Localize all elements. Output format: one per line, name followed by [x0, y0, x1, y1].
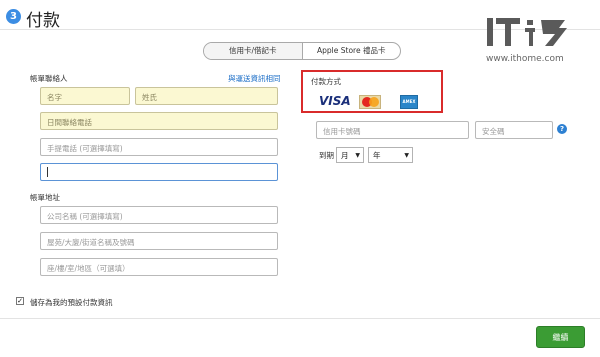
watermark-logo	[485, 14, 573, 58]
month-value: 月	[341, 151, 349, 160]
billing-address-label: 帳單地址	[30, 193, 60, 202]
save-default-checkbox[interactable]: ✓	[16, 297, 24, 305]
company-field[interactable]: 公司名稱 (可選擇填寫)	[40, 206, 278, 224]
email-field[interactable]	[40, 163, 278, 181]
street-field[interactable]: 屋苑/大廈/街道名稱及號碼	[40, 232, 278, 250]
card-number-field[interactable]: 信用卡號碼	[316, 121, 469, 139]
chevron-down-icon: ▼	[355, 152, 360, 159]
daytime-phone-field[interactable]: 日間聯絡電話	[40, 112, 278, 130]
mobile-phone-field[interactable]: 手提電話 (可選擇填寫)	[40, 138, 278, 156]
district-field[interactable]: 座/樓/室/地區（可選填）	[40, 258, 278, 276]
first-name-field[interactable]: 名字	[40, 87, 130, 105]
security-code-field[interactable]: 安全碼	[475, 121, 553, 139]
tab-gift-card[interactable]: Apple Store 禮品卡	[303, 43, 401, 59]
visa-icon[interactable]: VISA	[319, 94, 351, 108]
mastercard-icon[interactable]	[359, 95, 381, 109]
expiry-year-select[interactable]: 年 ▼	[368, 147, 413, 163]
step-number-icon: 3	[6, 9, 21, 24]
footer-divider	[0, 318, 600, 319]
billing-contact-label: 帳單聯絡人	[30, 74, 68, 83]
expiry-label: 到期	[319, 151, 334, 160]
last-name-field[interactable]: 姓氏	[135, 87, 278, 105]
help-icon[interactable]: ?	[557, 124, 567, 134]
payment-method-label: 付款方式	[311, 77, 341, 86]
same-as-shipping-link[interactable]: 與運送資訊相同	[228, 73, 281, 84]
payment-tabs: 信用卡/借記卡 Apple Store 禮品卡	[203, 42, 401, 60]
amex-icon[interactable]: AMEX	[400, 95, 418, 109]
expiry-month-select[interactable]: 月 ▼	[336, 147, 364, 163]
text-cursor	[47, 167, 48, 177]
watermark-url: www.ithome.com	[486, 54, 564, 64]
tab-credit-card[interactable]: 信用卡/借記卡	[204, 43, 303, 59]
save-default-label: 儲存為我的預設付款資訊	[30, 298, 113, 307]
page-title: 付款	[26, 11, 60, 31]
chevron-down-icon: ▼	[404, 152, 409, 159]
ithome-logo-icon	[487, 18, 567, 46]
year-value: 年	[373, 151, 381, 160]
continue-button[interactable]: 繼續	[536, 326, 585, 348]
